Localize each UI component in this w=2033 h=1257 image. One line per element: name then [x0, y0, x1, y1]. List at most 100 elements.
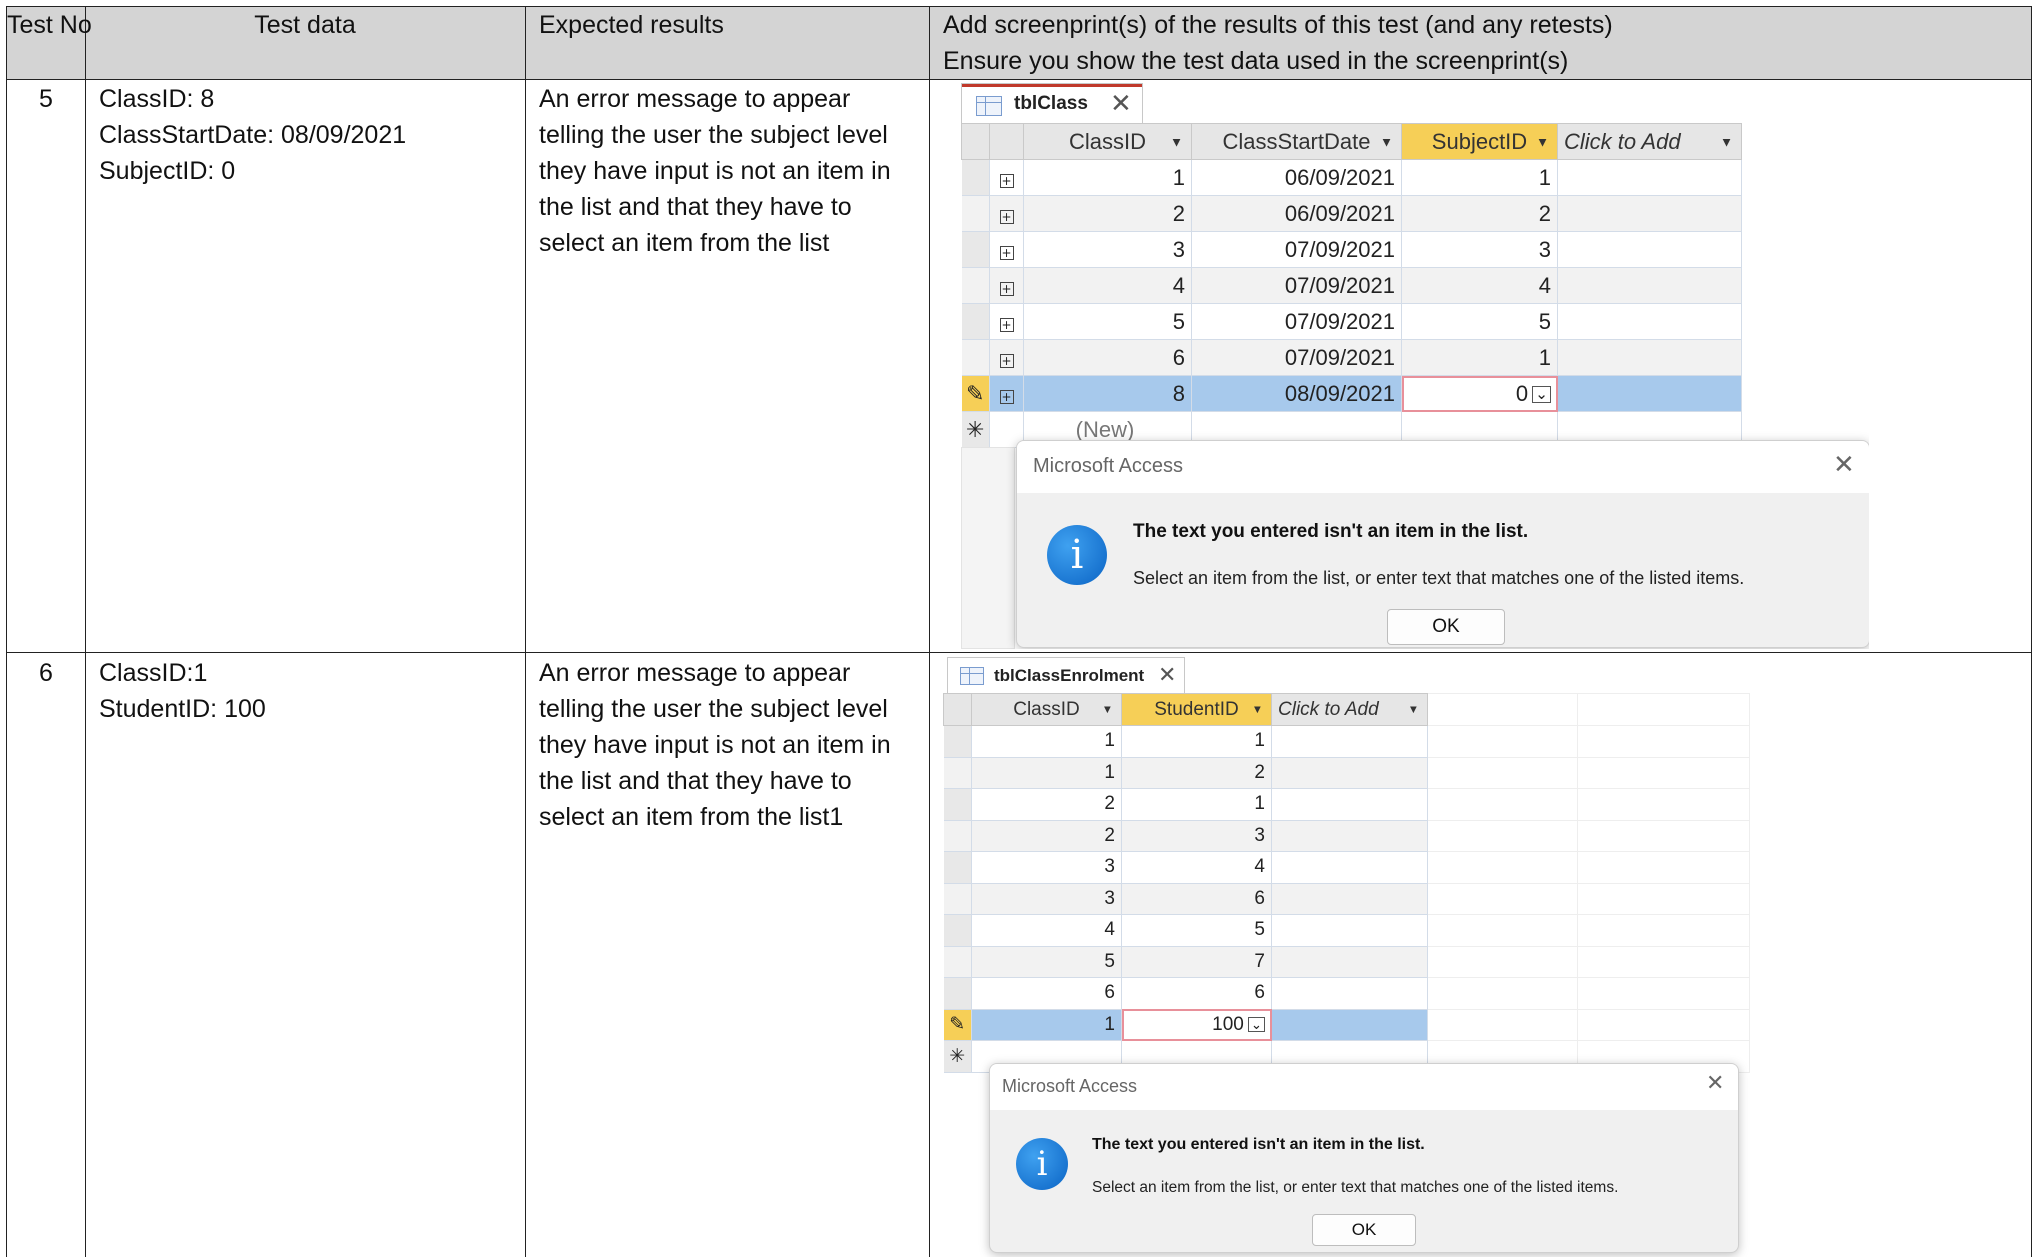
cell: 07/09/2021 — [1191, 231, 1402, 268]
dropdown-icon: ▼ — [1251, 703, 1263, 716]
ok-button[interactable]: OK — [1387, 609, 1505, 645]
expand-icon[interactable]: + — [999, 389, 1014, 404]
pencil-icon: ✎ — [961, 375, 990, 412]
close-icon[interactable]: ✕ — [1706, 1070, 1724, 1096]
table-row[interactable]: 66 — [943, 977, 1750, 1010]
cell: 3 — [1401, 231, 1558, 268]
table-row-active[interactable]: ✎ 1 100 ⌄ — [943, 1008, 1750, 1041]
table-row[interactable]: 11 — [943, 725, 1750, 758]
grid-icon — [976, 96, 1002, 116]
row-divider — [7, 652, 2031, 653]
dropdown-icon: ▼ — [1535, 134, 1549, 149]
cell: 2 — [1023, 195, 1192, 232]
close-icon[interactable]: ✕ — [1833, 449, 1855, 480]
expand-icon[interactable]: + — [999, 245, 1014, 260]
col-divider — [85, 7, 86, 1257]
column-header[interactable]: StudentID ▼ — [1121, 693, 1272, 726]
cell: 1 — [1401, 339, 1558, 376]
dropdown-icon[interactable]: ⌄ — [1247, 1017, 1265, 1033]
header-test-no: Test No — [7, 11, 92, 39]
header-expected: Expected results — [539, 11, 724, 39]
cell: 2 — [1121, 756, 1272, 789]
table-row[interactable]: 34 — [943, 851, 1750, 884]
cell: 3 — [971, 851, 1122, 884]
table-row[interactable]: + 4 07/09/2021 4 — [961, 267, 1742, 304]
table-row[interactable]: 57 — [943, 945, 1750, 978]
table-row[interactable]: 21 — [943, 788, 1750, 821]
cell: 08/09/2021 — [1191, 375, 1402, 412]
table-row[interactable]: 23 — [943, 819, 1750, 852]
column-header[interactable]: SubjectID ▼ — [1401, 123, 1558, 160]
screenprint-tblclassenrolment: tblClassEnrolment ✕ ClassID ▼ StudentID ▼ … — [941, 657, 1751, 1257]
test-data-line: SubjectID: 0 — [99, 157, 236, 185]
cell: 4 — [1023, 267, 1192, 304]
test-table: Test No Test data Expected results Add s… — [6, 6, 2032, 1257]
expected-result: An error message to appear telling the u… — [539, 659, 891, 831]
cell: 3 — [1023, 231, 1192, 268]
tab-label: tblClassEnrolment — [994, 666, 1145, 685]
subjectid-edit-cell[interactable]: 0 ⌄ — [1401, 375, 1558, 412]
cell: 1 — [971, 756, 1122, 789]
tab-tblclassenrolment[interactable]: tblClassEnrolment ✕ — [947, 657, 1185, 694]
row-divider — [7, 79, 2031, 80]
screenprint-tblclass: tblClass ✕ ClassID ▼ ClassStartDate ▼ Subj… — [941, 83, 1869, 649]
dialog-title: Microsoft Access — [1033, 455, 1184, 477]
header-screenprint-line1: Add screenprint(s) of the results of thi… — [943, 11, 1613, 39]
table-row[interactable]: + 6 07/09/2021 1 — [961, 339, 1742, 376]
cell: 6 — [1023, 339, 1192, 376]
dropdown-icon: ▼ — [1407, 703, 1419, 716]
cell: 1 — [971, 1008, 1122, 1041]
select-all-corner[interactable] — [943, 693, 972, 726]
info-icon: i — [1016, 1138, 1068, 1190]
dialog-detail: Select an item from the list, or enter t… — [1133, 568, 1745, 588]
cell: 6 — [971, 977, 1122, 1010]
expected-result: An error message to appear telling the u… — [539, 85, 891, 257]
test-data-line: StudentID: 100 — [99, 695, 266, 723]
expand-icon[interactable]: + — [999, 317, 1014, 332]
select-all-corner[interactable] — [961, 123, 990, 160]
cell: 5 — [1401, 303, 1558, 340]
expand-icon[interactable]: + — [999, 281, 1014, 296]
table-row[interactable]: + 5 07/09/2021 5 — [961, 303, 1742, 340]
dropdown-icon: ▼ — [1101, 703, 1113, 716]
column-header[interactable]: ClassID ▼ — [971, 693, 1122, 726]
cell: 1 — [1121, 788, 1272, 821]
dialog-message: The text you entered isn't an item in th… — [1092, 1136, 1425, 1153]
table-row-active[interactable]: ✎ + 8 08/09/2021 0 ⌄ — [961, 375, 1742, 412]
error-dialog: Microsoft Access ✕ i The text you entere… — [989, 1063, 1739, 1253]
cell: 2 — [971, 819, 1122, 852]
tab-tblclass[interactable]: tblClass ✕ — [961, 83, 1143, 124]
dropdown-icon[interactable]: ⌄ — [1532, 385, 1551, 404]
cell: 5 — [971, 945, 1122, 978]
column-header-add[interactable]: Click to Add ▼ — [1557, 123, 1742, 160]
grid-icon — [960, 667, 984, 685]
table-row[interactable]: 12 — [943, 756, 1750, 789]
test-number: 5 — [39, 85, 53, 113]
cell: 3 — [1121, 819, 1272, 852]
datasheet-tblclassenrolment: ClassID ▼ StudentID ▼ Click to Add ▼ 11 12 … — [943, 693, 1750, 1073]
column-header[interactable]: ClassStartDate ▼ — [1191, 123, 1402, 160]
table-row[interactable]: + 3 07/09/2021 3 — [961, 231, 1742, 268]
ok-button[interactable]: OK — [1312, 1214, 1416, 1246]
close-icon[interactable]: ✕ — [1110, 88, 1132, 119]
cell: 5 — [1023, 303, 1192, 340]
cell: 4 — [1121, 851, 1272, 884]
cell: 07/09/2021 — [1191, 267, 1402, 304]
table-row[interactable]: 36 — [943, 882, 1750, 915]
cell: 6 — [1121, 882, 1272, 915]
expand-icon[interactable]: + — [999, 173, 1014, 188]
table-row[interactable]: + 2 06/09/2021 2 — [961, 195, 1742, 232]
column-header-add[interactable]: Click to Add ▼ — [1271, 693, 1428, 726]
cell: 3 — [971, 882, 1122, 915]
studentid-edit-cell[interactable]: 100 ⌄ — [1121, 1008, 1272, 1041]
table-row[interactable]: 45 — [943, 914, 1750, 947]
expand-icon[interactable]: + — [999, 209, 1014, 224]
column-header[interactable]: ClassID ▼ — [1023, 123, 1192, 160]
test-data-line: ClassID:1 — [99, 659, 208, 687]
header-test-data: Test data — [254, 11, 356, 39]
table-row[interactable]: + 1 06/09/2021 1 — [961, 159, 1742, 196]
expand-icon[interactable]: + — [999, 353, 1014, 368]
close-icon[interactable]: ✕ — [1158, 662, 1176, 688]
cell: 2 — [1401, 195, 1558, 232]
col-divider — [929, 7, 930, 1257]
